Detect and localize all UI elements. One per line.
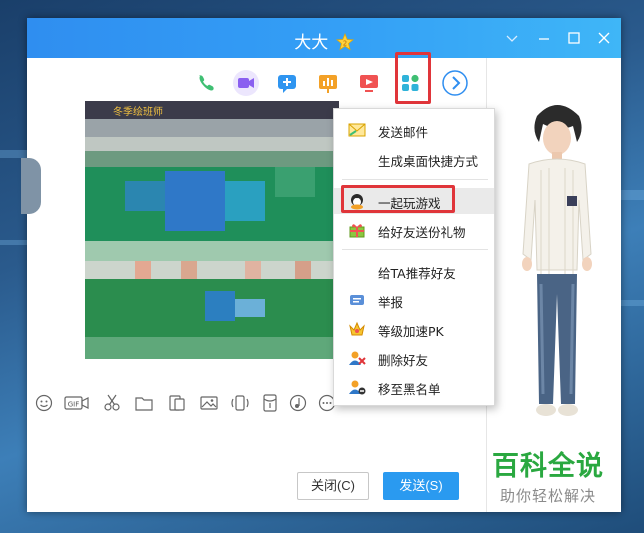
delete-friend-icon [348, 349, 366, 367]
menu-separator [342, 179, 488, 180]
wallpaper-streak [0, 150, 27, 158]
menu-item-label: 等级加速PK [378, 324, 444, 339]
menu-item-label: 删除好友 [378, 353, 429, 368]
menu-item-label: 生成桌面快捷方式 [378, 154, 479, 169]
vip-badge-icon: 2 [335, 32, 354, 51]
send-button[interactable]: 发送(S) [383, 472, 459, 500]
shortcut-icon [348, 150, 366, 168]
folder-icon[interactable] [134, 393, 154, 413]
gif-icon[interactable]: GIF [64, 393, 90, 413]
play-game-highlight-box [341, 185, 455, 213]
chevron-right-icon[interactable] [440, 68, 470, 98]
watermark: 百科全说 助你轻松解决 [478, 444, 618, 506]
svg-text:2: 2 [342, 40, 346, 48]
close-icon[interactable] [595, 29, 613, 47]
context-menu: 发送邮件 生成桌面快捷方式 一起玩游戏 给好友送份礼物 给TA推荐好友 举报 等… [333, 108, 495, 406]
video-icon[interactable] [231, 68, 261, 98]
minimize-icon[interactable] [535, 29, 553, 47]
menu-separator [342, 249, 488, 250]
contact-name: 大大 [294, 33, 329, 53]
chat-image[interactable]: 冬季绘班师 [85, 101, 339, 359]
blacklist-icon [348, 378, 366, 396]
remote-desktop-icon[interactable] [354, 68, 384, 98]
menu-item-desktop-shortcut[interactable]: 生成桌面快捷方式 [334, 146, 494, 172]
wallpaper-streak [621, 300, 644, 306]
gift-icon [348, 221, 366, 239]
send-button-label: 发送(S) [399, 478, 443, 493]
chat-window: 大大 2 冬季绘班师 GIF 关闭(C) 发送(S) 百科全说 助你轻松解决 发… [21, 18, 621, 512]
avatar-figure [507, 98, 607, 458]
phone-icon[interactable] [190, 68, 220, 98]
svg-text:GIF: GIF [68, 401, 80, 409]
wallpaper-streak [621, 190, 644, 200]
image-caption: 冬季绘班师 [113, 107, 163, 118]
wallpaper-streak [0, 240, 27, 245]
menu-item-send-gift[interactable]: 给好友送份礼物 [334, 217, 494, 243]
menu-item-label: 发送邮件 [378, 125, 429, 140]
menu-item-label: 给好友送份礼物 [378, 225, 466, 240]
report-icon [348, 291, 366, 309]
menu-item-label: 移至黑名单 [378, 382, 441, 397]
music-icon[interactable] [288, 393, 308, 413]
screenshot-icon[interactable] [167, 393, 187, 413]
menu-item-level-pk[interactable]: 等级加速PK [334, 316, 494, 342]
title-bar[interactable]: 大大 2 [27, 18, 621, 58]
menu-item-delete-friend[interactable]: 删除好友 [334, 345, 494, 371]
emoji-icon[interactable] [34, 393, 54, 413]
level-pk-icon [348, 320, 366, 338]
recommend-friend-icon [348, 262, 366, 280]
shake-icon[interactable] [230, 393, 250, 413]
watermark-title: 百科全说 [492, 451, 604, 482]
image-icon[interactable] [199, 393, 219, 413]
menu-item-send-email[interactable]: 发送邮件 [334, 117, 494, 143]
avatar [21, 158, 41, 214]
menu-item-label: 给TA推荐好友 [378, 266, 456, 281]
red-packet-icon[interactable] [260, 393, 280, 413]
menu-item-recommend-friend[interactable]: 给TA推荐好友 [334, 258, 494, 284]
apps-highlight-box [395, 52, 431, 104]
whiteboard-icon[interactable] [313, 68, 343, 98]
menu-item-label: 举报 [378, 295, 404, 310]
window-title: 大大 2 [27, 28, 621, 53]
share-screen-icon[interactable] [272, 68, 302, 98]
close-button[interactable]: 关闭(C) [297, 472, 369, 500]
scissors-icon[interactable] [102, 393, 122, 413]
maximize-icon[interactable] [565, 29, 583, 47]
chevron-down-icon[interactable] [503, 29, 521, 47]
menu-item-blacklist[interactable]: 移至黑名单 [334, 374, 494, 400]
watermark-subtitle: 助你轻松解决 [499, 487, 596, 505]
email-icon [348, 121, 366, 139]
menu-item-report[interactable]: 举报 [334, 287, 494, 313]
